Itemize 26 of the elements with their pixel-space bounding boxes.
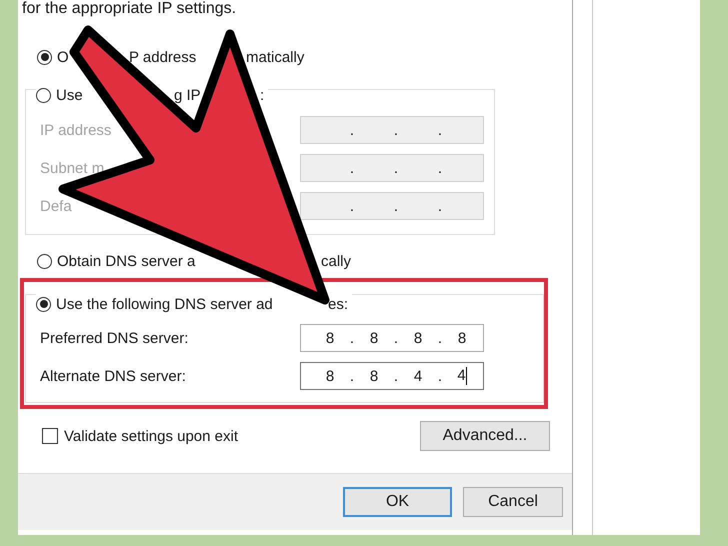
field-label: Defa xyxy=(40,198,72,214)
ip-address-field[interactable]: 8 . 8 . 4 . 4 xyxy=(300,362,484,390)
radio-label: matically xyxy=(246,48,304,66)
radio-label: O xyxy=(57,48,69,66)
ip-address-field[interactable]: 8 . 8 . 8 . 8 xyxy=(300,324,484,352)
radio-label: Obtain DNS server a xyxy=(57,252,196,270)
radio-label: g IP xyxy=(174,87,201,104)
radio-label: cally xyxy=(321,252,352,270)
radio-label: P address xyxy=(129,48,196,66)
field-label: IP address xyxy=(40,122,112,138)
dialog-button[interactable]: Cancel xyxy=(463,487,563,517)
field-label: Preferred DNS server: xyxy=(40,330,188,346)
radio-label: Use the following DNS server ad xyxy=(56,296,273,312)
radio-button[interactable] xyxy=(37,254,52,268)
checkbox-label: Validate settings upon exit xyxy=(64,428,238,444)
radio-label: es: xyxy=(328,296,348,312)
field-label: Alternate DNS server: xyxy=(40,368,186,384)
instruction-text: for the appropriate IP settings. xyxy=(21,0,238,19)
radio-label: : xyxy=(260,87,264,104)
checkbox[interactable] xyxy=(42,428,58,444)
radio-button[interactable] xyxy=(36,296,51,312)
radio-label: Use xyxy=(56,87,83,104)
advanced-button[interactable]: Advanced... xyxy=(420,421,550,451)
dialog-button[interactable]: OK xyxy=(343,487,452,517)
radio-button[interactable] xyxy=(37,50,52,64)
radio-button[interactable] xyxy=(36,88,51,103)
